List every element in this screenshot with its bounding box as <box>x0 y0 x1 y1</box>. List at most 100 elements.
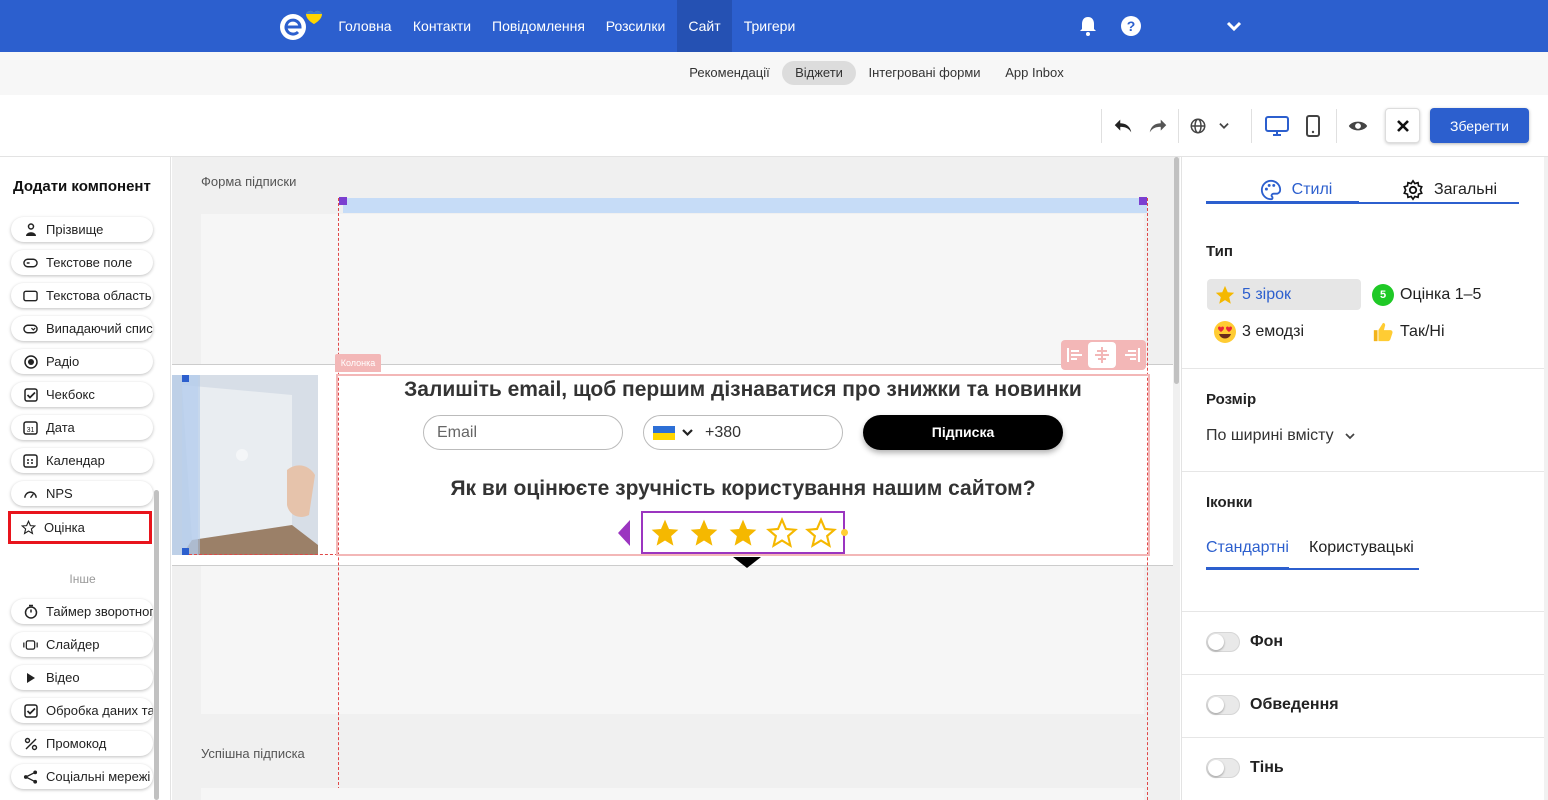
background-toggle[interactable] <box>1206 632 1240 652</box>
chevron-down-icon[interactable] <box>682 428 693 437</box>
nav-campaigns[interactable]: Розсилки <box>599 0 672 52</box>
icons-tab-custom[interactable]: Користувацькі <box>1309 539 1414 557</box>
column-tag[interactable]: Колонка <box>335 354 381 372</box>
border-toggle[interactable] <box>1206 695 1240 715</box>
chevron-down-icon[interactable] <box>1222 14 1246 38</box>
component-nps[interactable]: NPS <box>11 481 153 506</box>
rating-stars[interactable] <box>641 511 845 554</box>
canvas-scrollbar[interactable] <box>1173 157 1180 800</box>
component-label: Випадаючий список <box>46 321 153 336</box>
star-empty-icon[interactable] <box>766 516 799 549</box>
laptop-photo[interactable] <box>172 375 318 555</box>
icons-tab-standard[interactable]: Стандартні <box>1206 539 1289 557</box>
ukraine-flag-icon[interactable] <box>653 426 675 440</box>
move-left-arrow-icon[interactable] <box>616 519 632 547</box>
mobile-view-button[interactable] <box>1301 109 1325 143</box>
email-input[interactable]: Email <box>423 415 623 450</box>
tab-general[interactable]: Загальні <box>1392 175 1507 205</box>
globe-icon <box>1190 118 1206 134</box>
align-center-button[interactable] <box>1088 342 1116 368</box>
help-icon[interactable]: ? <box>1119 14 1143 38</box>
subnav-integrated-forms[interactable]: Інтегровані форми <box>862 61 987 85</box>
subnav-recommendations[interactable]: Рекомендації <box>681 61 778 85</box>
component-countdown-timer[interactable]: Таймер зворотного відліку <box>11 599 153 624</box>
star-empty-icon[interactable] <box>805 516 838 549</box>
editor-canvas: Форма підписки Колонка Залишіть email, щ… <box>172 157 1180 800</box>
save-button[interactable]: Зберегти <box>1430 108 1529 143</box>
component-checkbox[interactable]: Чекбокс <box>11 382 153 407</box>
subscribe-button[interactable]: Підписка <box>863 415 1063 450</box>
timer-icon <box>23 604 38 619</box>
component-label: NPS <box>46 486 73 501</box>
component-slider[interactable]: Слайдер <box>11 632 153 657</box>
type-option-yes-no[interactable]: Так/Ні <box>1365 316 1515 347</box>
align-left-icon[interactable] <box>1066 346 1084 364</box>
block-top-bar[interactable] <box>343 198 1147 213</box>
component-date[interactable]: 31 Дата <box>11 415 153 440</box>
success-area[interactable] <box>201 788 1144 800</box>
component-label: Текстове поле <box>46 255 133 270</box>
subnav-widgets[interactable]: Віджети <box>782 61 856 85</box>
type-option-3-emoji[interactable]: 3 емодзі <box>1207 316 1361 347</box>
rating-question[interactable]: Як ви оцінюєте зручність користування на… <box>337 477 1149 501</box>
size-select[interactable]: По ширині вмісту <box>1206 427 1356 445</box>
component-calendar[interactable]: Календар <box>11 448 153 473</box>
component-label: Чекбокс <box>46 387 95 402</box>
nav-triggers[interactable]: Тригери <box>738 0 801 52</box>
esputnik-logo[interactable] <box>278 8 324 44</box>
background-toggle-row[interactable]: Фон <box>1206 632 1283 652</box>
resize-handle[interactable] <box>1139 197 1147 205</box>
move-down-arrow-icon[interactable] <box>732 556 762 569</box>
border-toggle-row[interactable]: Обведення <box>1206 695 1339 715</box>
shadow-toggle-row[interactable]: Тінь <box>1206 758 1284 778</box>
desktop-view-button[interactable] <box>1262 109 1292 143</box>
redo-button[interactable] <box>1144 109 1172 143</box>
canvas-scrollbar-thumb[interactable] <box>1174 157 1179 384</box>
type-option-5-stars[interactable]: 5 зірок <box>1207 279 1361 310</box>
component-data-consent[interactable]: Обробка даних та згода <box>11 698 153 723</box>
nav-contacts[interactable]: Контакти <box>406 0 478 52</box>
subnav-app-inbox[interactable]: App Inbox <box>998 61 1071 85</box>
form-heading[interactable]: Залишіть email, щоб першим дізнаватися п… <box>337 378 1149 402</box>
panel-scrollbar[interactable] <box>154 490 159 800</box>
nav-home[interactable]: Головна <box>330 0 400 52</box>
component-radio[interactable]: Радіо <box>11 349 153 374</box>
shadow-toggle-label: Тінь <box>1250 759 1284 776</box>
nav-messages[interactable]: Повідомлення <box>487 0 590 52</box>
resize-handle[interactable] <box>339 197 347 205</box>
undo-button[interactable] <box>1109 109 1137 143</box>
component-dropdown[interactable]: Випадаючий список <box>11 316 153 341</box>
star-filled-icon[interactable] <box>649 517 681 549</box>
align-right-icon[interactable] <box>1123 346 1141 364</box>
component-social[interactable]: Соціальні мережі <box>11 764 153 789</box>
resize-handle[interactable] <box>182 375 189 382</box>
preview-button[interactable] <box>1344 109 1372 143</box>
resize-handle[interactable] <box>841 529 848 536</box>
text-area-icon <box>23 288 38 303</box>
component-promocode[interactable]: Промокод <box>11 731 153 756</box>
component-rating[interactable]: Оцінка <box>8 511 152 544</box>
shadow-toggle[interactable] <box>1206 758 1240 778</box>
star-emoji-icon <box>1213 283 1237 307</box>
component-video[interactable]: Відео <box>11 665 153 690</box>
star-filled-icon[interactable] <box>727 517 759 549</box>
guide-line <box>189 554 338 555</box>
resize-handle[interactable] <box>182 548 189 555</box>
component-label: Таймер зворотного відліку <box>46 604 153 619</box>
component-last-name[interactable]: Прізвище <box>11 217 153 242</box>
component-text-area[interactable]: Текстова область <box>11 283 153 308</box>
star-filled-icon[interactable] <box>688 517 720 549</box>
bell-icon[interactable] <box>1076 14 1100 38</box>
close-button[interactable] <box>1385 108 1420 143</box>
section-divider <box>1182 674 1548 675</box>
language-select[interactable] <box>1188 109 1232 143</box>
nav-site[interactable]: Сайт <box>677 0 732 52</box>
type-option-score[interactable]: 5 Оцінка 1–5 <box>1365 279 1515 310</box>
svg-text:31: 31 <box>27 427 35 434</box>
component-text-field[interactable]: Текстове поле <box>11 250 153 275</box>
star-outline-icon <box>21 519 36 535</box>
phone-input[interactable]: +380 <box>643 415 843 450</box>
gauge-icon <box>23 486 38 501</box>
toolbar-divider <box>1336 109 1337 143</box>
settings-scrollbar[interactable] <box>1544 157 1548 800</box>
